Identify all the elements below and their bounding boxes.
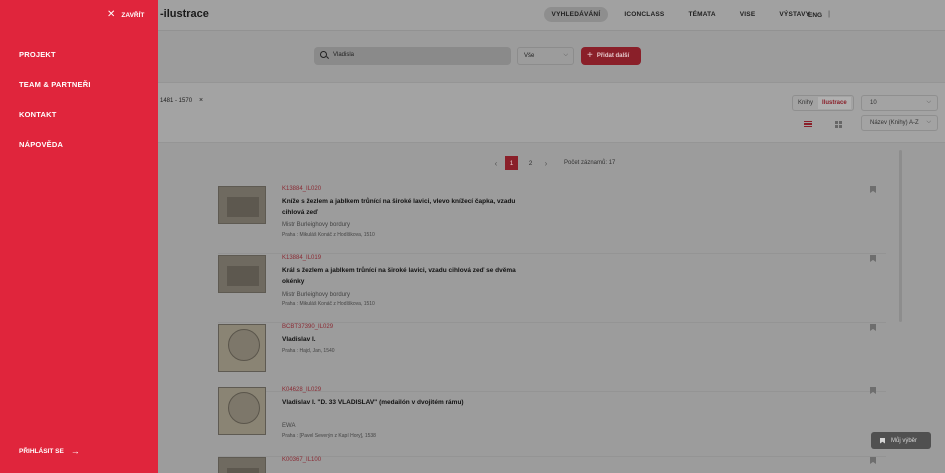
record-author: Mistr Burleighovy bordury bbox=[282, 222, 351, 228]
close-label: ZAVŘÍT bbox=[121, 11, 145, 19]
page-2[interactable]: 2 bbox=[524, 156, 537, 170]
arrow-right-icon: → bbox=[70, 446, 80, 456]
main-nav: VYHLEDÁVÁNÍ ICONCLASS TÉMATA VISE VÝSTAV… bbox=[536, 7, 830, 22]
login-button[interactable]: PŘIHLÁSIT SE → bbox=[19, 446, 80, 456]
my-selection-button[interactable]: Můj výběr bbox=[871, 432, 931, 449]
close-icon[interactable]: × bbox=[199, 97, 203, 104]
sort-value: Název (Knihy) A-Z bbox=[870, 120, 919, 126]
login-label: PŘIHLÁSIT SE bbox=[19, 447, 64, 455]
bookmark-icon[interactable] bbox=[870, 255, 876, 262]
illustration-thumbnail[interactable] bbox=[218, 457, 266, 473]
record-publication: Praha : Mikuláš Konáč z Hodíškova, 1510 bbox=[282, 232, 375, 238]
my-selection-label: Můj výběr bbox=[891, 437, 918, 444]
nav-item-themes[interactable]: TÉMATA bbox=[680, 7, 723, 22]
site-title: -ilustrace bbox=[160, 8, 209, 20]
menu-item-contact[interactable]: KONTAKT bbox=[19, 110, 91, 140]
illustration-thumbnail[interactable] bbox=[218, 387, 266, 435]
close-icon: ✕ bbox=[107, 9, 116, 20]
record-author: EWA bbox=[282, 423, 296, 429]
chevron-down-icon: ⌵ bbox=[926, 119, 931, 125]
record-code[interactable]: K13884_IL020 bbox=[282, 186, 321, 192]
language-switch[interactable]: ENG bbox=[808, 12, 822, 19]
result-count: Počet záznamů: 17 bbox=[564, 160, 616, 166]
bookmark-icon[interactable] bbox=[870, 387, 876, 394]
menu-item-team[interactable]: TEAM & PARTNEŘI bbox=[19, 80, 91, 110]
bookmark-icon[interactable] bbox=[870, 457, 876, 464]
illustration-thumbnail[interactable] bbox=[218, 255, 266, 293]
record-title[interactable]: Král s žezlem a jablkem trůnící na širok… bbox=[282, 265, 522, 287]
filter-chip-label: 1481 - 1570 bbox=[160, 97, 193, 104]
bookmark-icon[interactable] bbox=[870, 324, 876, 331]
illustration-thumbnail[interactable] bbox=[218, 186, 266, 224]
toggle-books[interactable]: Knihy bbox=[793, 100, 818, 106]
record-code[interactable]: K00367_IL100 bbox=[282, 457, 321, 463]
list-item[interactable]: K00367_IL100 bbox=[218, 457, 886, 473]
search-scope-value: Vše bbox=[524, 53, 535, 59]
next-page-icon[interactable]: › bbox=[540, 159, 552, 168]
close-drawer-button[interactable]: ✕ ZAVŘÍT bbox=[107, 10, 144, 20]
menu-item-project[interactable]: PROJEKT bbox=[19, 50, 91, 80]
search-scope-select[interactable]: Vše ⌵ bbox=[517, 47, 574, 65]
record-title[interactable]: Kníže s žezlem a jablkem trůnící na širo… bbox=[282, 196, 522, 218]
add-more-label: Přidat další bbox=[596, 53, 630, 59]
list-view-icon[interactable] bbox=[796, 117, 820, 131]
toggle-illustrations[interactable]: Ilustrace bbox=[818, 97, 851, 109]
grid-view-icon[interactable] bbox=[830, 117, 846, 131]
add-more-button[interactable]: + Přidat další bbox=[581, 47, 641, 65]
side-drawer: ✕ ZAVŘÍT PROJEKT TEAM & PARTNEŘI KONTAKT… bbox=[0, 0, 158, 473]
illustration-thumbnail[interactable] bbox=[218, 324, 266, 372]
record-publication: Praha : Hajd, Jan, 1540 bbox=[282, 348, 335, 354]
chevron-down-icon: ⌵ bbox=[926, 99, 931, 105]
record-title[interactable]: Vladislav I. bbox=[282, 334, 522, 345]
per-page-select[interactable]: 10 ⌵ bbox=[861, 95, 938, 111]
record-code[interactable]: K13884_IL019 bbox=[282, 255, 321, 261]
record-author: Mistr Burleighovy bordury bbox=[282, 292, 351, 298]
plus-icon: + bbox=[587, 50, 593, 61]
bookmark-icon[interactable] bbox=[870, 186, 876, 193]
search-input[interactable]: Vladisla bbox=[314, 47, 511, 65]
list-item[interactable]: K13884_IL019 Král s žezlem a jablkem trů… bbox=[218, 255, 886, 323]
sort-select[interactable]: Název (Knihy) A-Z ⌵ bbox=[861, 115, 938, 131]
record-publication: Praha : Mikuláš Konáč z Hodíškova, 1510 bbox=[282, 301, 375, 307]
search-icon bbox=[320, 51, 327, 58]
bookmark-icon bbox=[880, 437, 885, 444]
per-page-value: 10 bbox=[870, 100, 877, 106]
nav-separator: | bbox=[828, 11, 830, 18]
list-item[interactable]: K04628_IL029 Vladislav I. "D. 33 VLADISL… bbox=[218, 387, 886, 457]
record-publication: Praha : [Pavel Severýn z Kapí Hory], 153… bbox=[282, 433, 376, 439]
nav-item-iconclass[interactable]: ICONCLASS bbox=[616, 7, 672, 22]
search-value: Vladisla bbox=[333, 52, 355, 58]
menu-item-help[interactable]: NÁPOVĚDA bbox=[19, 140, 91, 170]
filter-chip: 1481 - 1570 × bbox=[160, 97, 203, 104]
nav-item-search[interactable]: VYHLEDÁVÁNÍ bbox=[543, 7, 609, 22]
chevron-down-icon: ⌵ bbox=[563, 52, 568, 58]
type-toggle: Knihy Ilustrace bbox=[792, 95, 854, 111]
drawer-menu: PROJEKT TEAM & PARTNEŘI KONTAKT NÁPOVĚDA bbox=[19, 50, 91, 170]
record-code[interactable]: K04628_IL029 bbox=[282, 387, 321, 393]
pagination: ‹ 1 2 › Počet záznamů: 17 bbox=[490, 156, 615, 170]
list-item[interactable]: K13884_IL020 Kníže s žezlem a jablkem tr… bbox=[218, 186, 886, 254]
record-code[interactable]: BCBT37390_IL029 bbox=[282, 324, 333, 330]
results-scrollbar[interactable] bbox=[899, 150, 902, 322]
page-1[interactable]: 1 bbox=[505, 156, 518, 170]
nav-item-vise[interactable]: VISE bbox=[732, 7, 764, 22]
record-title[interactable]: Vladislav I. "D. 33 VLADISLAV" (medailón… bbox=[282, 397, 522, 408]
prev-page-icon[interactable]: ‹ bbox=[490, 159, 502, 168]
list-item[interactable]: BCBT37390_IL029 Vladislav I. Praha : Haj… bbox=[218, 324, 886, 392]
